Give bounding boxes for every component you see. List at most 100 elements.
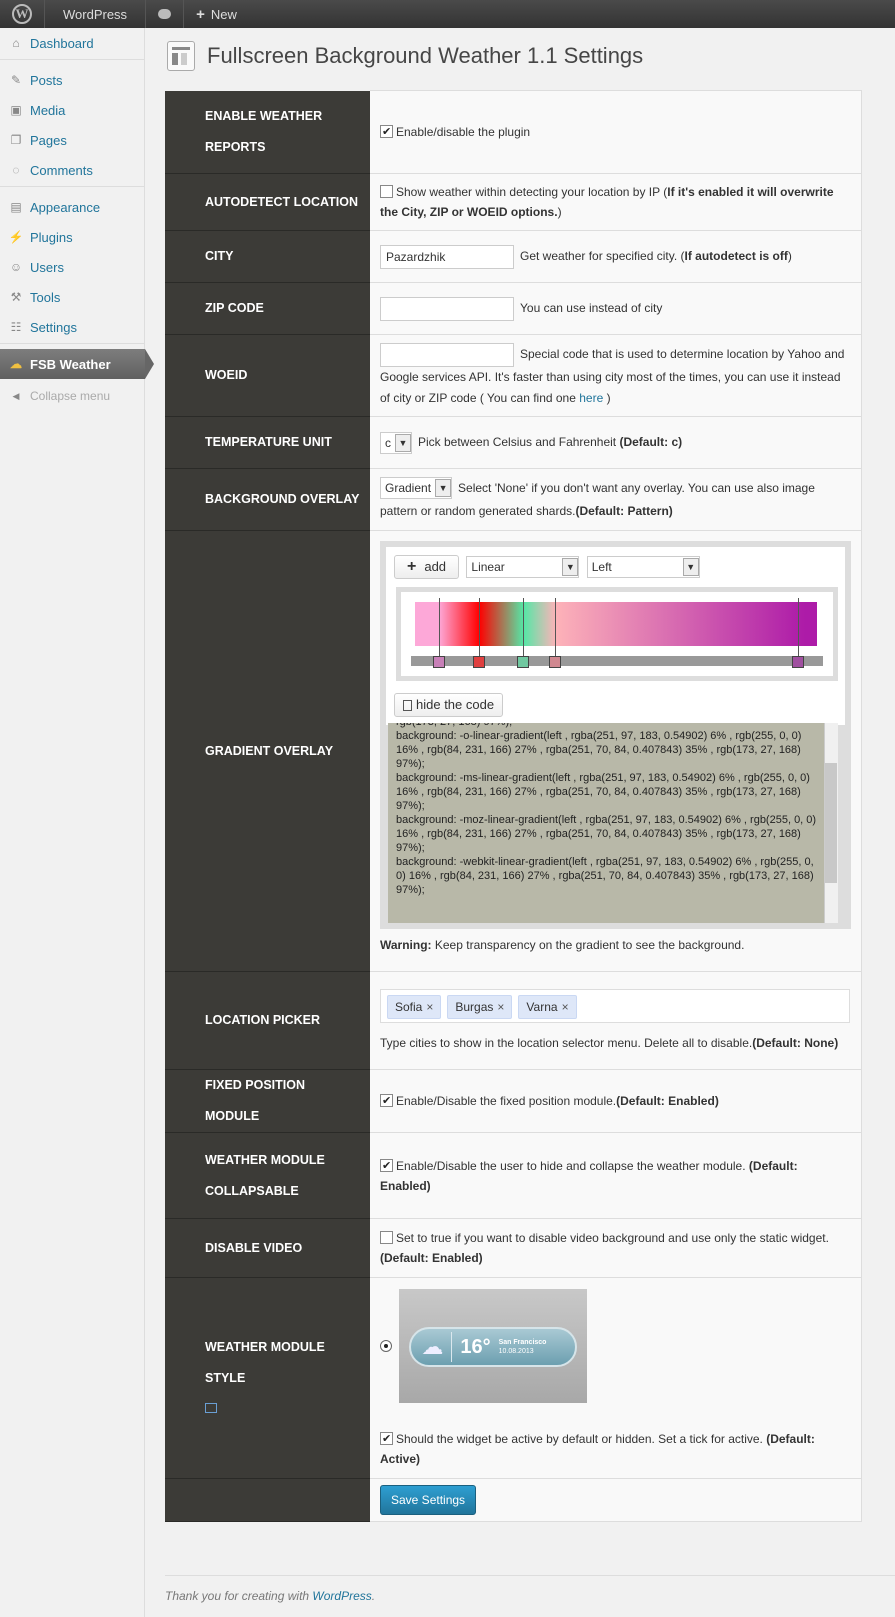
fixed-position-checkbox[interactable] (380, 1091, 393, 1111)
gradient-code-textarea[interactable]: rgb(173, 27, 168) 97%); background: -o-l… (388, 723, 838, 923)
save-settings-button[interactable]: Save Settings (380, 1485, 477, 1515)
setting-label-empty (165, 1478, 370, 1522)
setting-desc: Pick between Celsius and Fahrenheit (418, 434, 620, 449)
sidebar-item-pages[interactable]: ❐ Pages (0, 125, 144, 155)
new-content-link[interactable]: + New (184, 0, 249, 28)
sidebar-item-label: Tools (30, 289, 61, 305)
setting-label: ENABLE WEATHER REPORTS (165, 90, 370, 174)
sidebar-item-label: FSB Weather (30, 356, 111, 372)
cloud-icon: ☁ (421, 1334, 444, 1359)
widget-active-checkbox[interactable] (380, 1429, 393, 1449)
woeid-input[interactable] (380, 342, 514, 367)
stop-marker-line (523, 598, 524, 658)
gradient-bar (415, 602, 817, 646)
temperature-unit-select[interactable]: c ▼ (380, 431, 412, 454)
sidebar-item-label: Pages (30, 132, 67, 148)
footer-wordpress-link[interactable]: WordPress (312, 1589, 371, 1603)
wordpress-logo-menu[interactable]: W (0, 0, 45, 28)
location-tag[interactable]: Burgas × (447, 994, 513, 1019)
gradient-toolbar: + add Linear ▼ Left ▼ hide the code (386, 547, 845, 725)
tag-label: Varna (526, 999, 558, 1014)
appearance-icon: ▤ (10, 200, 22, 214)
gradient-stop-handle[interactable] (517, 656, 529, 668)
hide-code-button[interactable]: hide the code (394, 693, 504, 717)
setting-row-woeid: WOEID Special code that is used to deter… (165, 334, 862, 417)
pin-icon: ✎ (10, 73, 22, 87)
warning-label: Warning: (380, 938, 432, 952)
setting-desc-end: ) (787, 248, 792, 263)
autodetect-checkbox[interactable] (380, 185, 393, 198)
sidebar-item-tools[interactable]: ⚒ Tools (0, 282, 144, 312)
setting-desc: You can use instead of city (520, 300, 663, 315)
setting-row-save: Save Settings (165, 1478, 862, 1522)
site-name-link[interactable]: WordPress (45, 0, 147, 28)
textarea-scrollbar[interactable] (824, 723, 838, 923)
remove-tag-icon[interactable]: × (497, 997, 504, 1017)
sidebar-item-users[interactable]: ☺ Users (0, 252, 144, 282)
weather-icon: ☁ (10, 357, 22, 371)
background-overlay-select[interactable]: Gradient ▼ (380, 477, 453, 500)
disable-video-checkbox[interactable] (380, 1231, 393, 1244)
tag-label: Burgas (455, 999, 494, 1014)
remove-tag-icon[interactable]: × (562, 997, 569, 1017)
sidebar-item-media[interactable]: ▣ Media (0, 95, 144, 125)
tag-label: Sofia (395, 999, 423, 1014)
dashboard-icon: ⌂ (12, 36, 20, 50)
sidebar-item-appearance[interactable]: ▤ Appearance (0, 192, 144, 222)
stop-marker-line (479, 598, 480, 658)
enable-plugin-checkbox[interactable] (380, 122, 393, 142)
setting-label: TEMPERATURE UNIT (165, 416, 370, 469)
gradient-stop-handle[interactable] (433, 656, 445, 668)
setting-label: LOCATION PICKER (165, 971, 370, 1070)
setting-label: WOEID (165, 334, 370, 417)
location-tag[interactable]: Sofia × (387, 994, 442, 1019)
comments-link[interactable] (146, 0, 185, 28)
zip-input[interactable] (380, 296, 514, 321)
select-value: Left (591, 560, 612, 574)
chevron-down-icon: ▼ (395, 433, 411, 452)
gradient-direction-select[interactable]: Left ▼ (586, 556, 700, 578)
gradient-stop-handle[interactable] (792, 656, 804, 668)
style-radio[interactable] (380, 1340, 392, 1352)
media-icon: ▣ (10, 103, 22, 117)
pill-location: San Francisco 10.08.2013 (499, 1338, 547, 1356)
plus-icon: + (407, 558, 417, 575)
sidebar-item-settings[interactable]: ☷ Settings (0, 312, 144, 342)
chevron-down-icon: ▼ (435, 479, 452, 498)
city-input[interactable]: Pazardzhik (380, 244, 514, 269)
setting-desc-end: ) (557, 205, 562, 219)
location-tag[interactable]: Varna × (518, 994, 577, 1019)
gradient-stop-handle[interactable] (473, 656, 485, 668)
sidebar-item-fsb-weather[interactable]: ☁ FSB Weather (0, 349, 154, 379)
gradient-stop-handle[interactable] (549, 656, 561, 668)
sidebar-item-dashboard[interactable]: ⌂ Dashboard (0, 28, 144, 58)
sidebar-item-label: Settings (30, 319, 77, 335)
setting-row-enable: ENABLE WEATHER REPORTS Enable/disable th… (165, 90, 862, 174)
setting-row-style: WEATHER MODULE STYLE ☁ 16° San Francisco… (165, 1277, 862, 1479)
setting-label: GRADIENT OVERLAY (165, 530, 370, 972)
setting-note: (Default: Enabled) (616, 1094, 719, 1108)
sidebar-item-plugins[interactable]: ⚡ Plugins (0, 222, 144, 252)
collapsable-checkbox[interactable] (380, 1156, 393, 1176)
location-tags-input[interactable]: Sofia × Burgas × Varna × (380, 988, 850, 1023)
help-icon[interactable] (205, 1402, 217, 1413)
weather-style-preview: ☁ 16° San Francisco 10.08.2013 (399, 1289, 588, 1403)
sidebar-item-posts[interactable]: ✎ Posts (0, 65, 144, 95)
find-woeid-link[interactable]: here (579, 391, 603, 405)
sidebar-item-label: Plugins (30, 229, 73, 245)
setting-label: BACKGROUND OVERLAY (165, 468, 370, 531)
collapse-menu-button[interactable]: ◀ Collapse menu (0, 381, 144, 411)
setting-row-temp: TEMPERATURE UNIT c ▼ Pick between Celsius … (165, 416, 862, 469)
scrollbar-thumb[interactable] (825, 763, 837, 883)
sidebar-item-comments[interactable]: ◌ Comments (0, 155, 144, 185)
page-title: Fullscreen Background Weather 1.1 Settin… (207, 43, 644, 68)
sidebar-item-label: Users (30, 259, 64, 275)
admin-bar: W WordPress + New (0, 0, 895, 28)
new-label: New (210, 6, 237, 22)
setting-row-gradient: GRADIENT OVERLAY + add Linear ▼ Left ▼ h… (165, 530, 862, 972)
remove-tag-icon[interactable]: × (426, 997, 433, 1017)
gradient-type-select[interactable]: Linear ▼ (466, 556, 580, 578)
add-stop-button[interactable]: + add (394, 555, 460, 579)
gradient-editor: + add Linear ▼ Left ▼ hide the code back… (380, 541, 851, 929)
setting-note: If autodetect is off (684, 248, 788, 263)
